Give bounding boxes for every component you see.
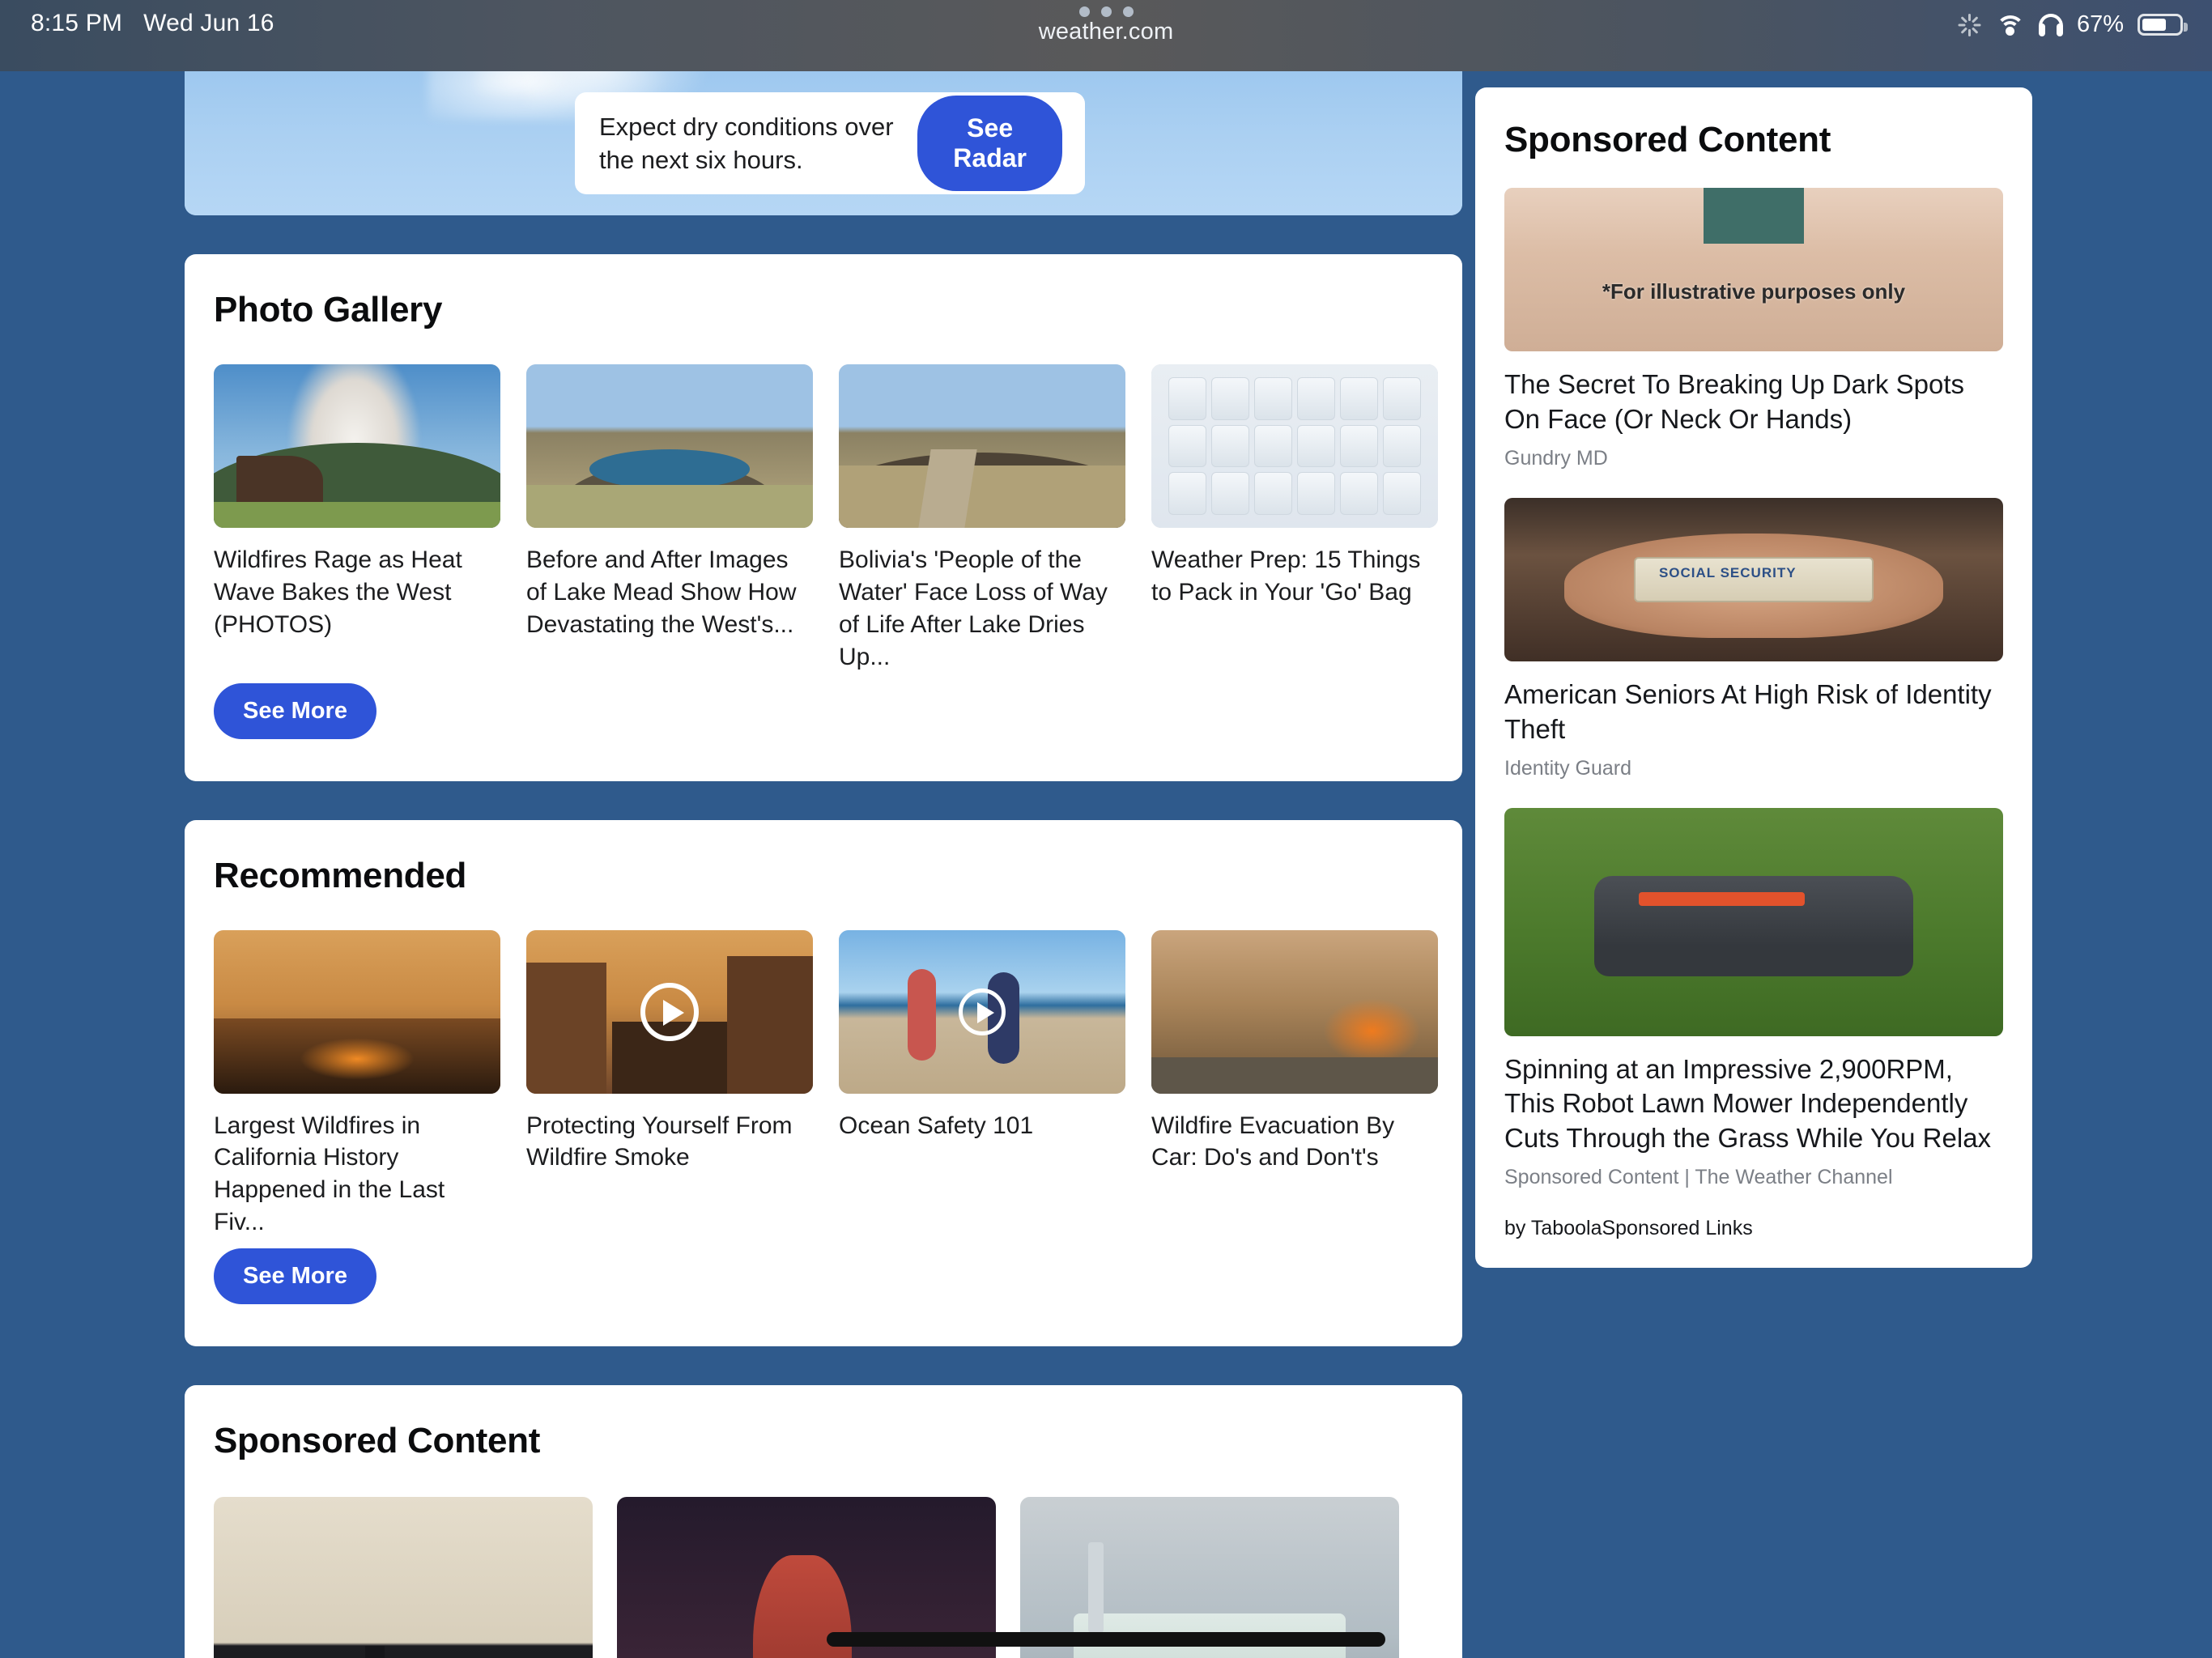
sidebar-ad-source: Sponsored Content | The Weather Channel <box>1504 1166 2003 1189</box>
wifi-icon <box>1996 15 2025 36</box>
recommended-caption[interactable]: Largest Wildfires in California History … <box>214 1110 500 1239</box>
gallery-caption[interactable]: Bolivia's 'People of the Water' Face Los… <box>839 544 1125 674</box>
gallery-item[interactable]: Bolivia's 'People of the Water' Face Los… <box>839 364 1125 674</box>
recommended-thumbnail[interactable] <box>1151 930 1438 1094</box>
sidebar-ad[interactable]: SOCIAL SECURITY American Seniors At High… <box>1504 498 2003 780</box>
ad-image-overlay-text: *For illustrative purposes only <box>1504 279 2003 304</box>
recommended-card: Recommended Largest Wildfires in Califor… <box>185 820 1462 1347</box>
headphones-icon <box>2039 14 2063 36</box>
recommended-title: Recommended <box>214 856 1433 896</box>
browser-address-display[interactable]: weather.com <box>0 6 2212 45</box>
recommended-thumbnail[interactable] <box>526 930 813 1094</box>
sidebar-ad[interactable]: Spinning at an Impressive 2,900RPM, This… <box>1504 808 2003 1190</box>
tab-dots-icon <box>1079 6 1134 17</box>
radar-message: Expect dry conditions over the next six … <box>599 110 917 176</box>
gallery-item[interactable]: Wildfires Rage as Heat Wave Bakes the We… <box>214 364 500 674</box>
sidebar-ad-image[interactable] <box>1504 808 2003 1036</box>
sidebar-ad-title[interactable]: American Seniors At High Risk of Identit… <box>1504 678 2003 747</box>
recommended-item[interactable]: Protecting Yourself From Wildfire Smoke <box>526 930 813 1239</box>
main-column: Expect dry conditions over the next six … <box>185 71 1462 1658</box>
taboola-attribution[interactable]: by TaboolaSponsored Links <box>1504 1217 2003 1240</box>
sidebar-ad-title[interactable]: The Secret To Breaking Up Dark Spots On … <box>1504 368 2003 437</box>
ad-image-overlay-text: SOCIAL SECURITY <box>1659 565 1848 581</box>
sponsored-sidebar-card: Sponsored Content *For illustrative purp… <box>1475 87 2032 1268</box>
recommended-thumbnail[interactable] <box>214 930 500 1094</box>
url-text[interactable]: weather.com <box>1039 19 1174 45</box>
recommended-caption[interactable]: Protecting Yourself From Wildfire Smoke <box>526 1110 813 1175</box>
photo-gallery-see-more-button[interactable]: See More <box>214 683 376 739</box>
see-radar-button[interactable]: See Radar <box>917 96 1062 191</box>
play-icon[interactable] <box>640 983 699 1041</box>
sponsored-item[interactable]: Pierce Brosnan's Wife Lost 100 <box>214 1497 593 1658</box>
radar-banner: Expect dry conditions over the next six … <box>185 71 1462 215</box>
photo-gallery-card: Photo Gallery Wildfires Ra <box>185 254 1462 781</box>
photo-gallery-tiles: Wildfires Rage as Heat Wave Bakes the We… <box>214 364 1433 674</box>
gallery-thumbnail[interactable] <box>526 364 813 528</box>
robot-mower-art <box>1594 876 1913 976</box>
web-page: Expect dry conditions over the next six … <box>0 71 2212 1658</box>
gallery-item[interactable]: Before and After Images of Lake Mead Sho… <box>526 364 813 674</box>
cloud-art <box>476 71 573 96</box>
gallery-item[interactable]: Weather Prep: 15 Things to Pack in Your … <box>1151 364 1438 674</box>
screen: 8:15 PM Wed Jun 16 weather.com 67% <box>0 0 2212 1658</box>
sidebar-column: Sponsored Content *For illustrative purp… <box>1475 87 2032 1268</box>
battery-icon <box>2138 14 2183 36</box>
sidebar-ad[interactable]: *For illustrative purposes only The Secr… <box>1504 188 2003 470</box>
status-bar-right: 67% <box>1958 11 2183 38</box>
bottles-art <box>1168 377 1421 515</box>
play-icon[interactable] <box>959 988 1006 1035</box>
sponsored-sidebar-title: Sponsored Content <box>1504 120 2003 160</box>
gallery-thumbnail[interactable] <box>1151 364 1438 528</box>
battery-percent-label: 67% <box>2077 11 2124 38</box>
recommended-thumbnail[interactable] <box>839 930 1125 1094</box>
home-indicator[interactable] <box>827 1632 1385 1647</box>
gallery-caption[interactable]: Before and After Images of Lake Mead Sho… <box>526 544 813 641</box>
sidebar-ad-image[interactable]: SOCIAL SECURITY <box>1504 498 2003 661</box>
sponsored-content-card: Sponsored Content Pierce Brosnan's Wife … <box>185 1385 1462 1658</box>
gallery-thumbnail[interactable] <box>839 364 1125 528</box>
sponsored-content-title: Sponsored Content <box>214 1421 1433 1461</box>
gallery-caption[interactable]: Wildfires Rage as Heat Wave Bakes the We… <box>214 544 500 641</box>
gallery-thumbnail[interactable] <box>214 364 500 528</box>
recommended-item[interactable]: Ocean Safety 101 <box>839 930 1125 1239</box>
recommended-tiles: Largest Wildfires in California History … <box>214 930 1433 1239</box>
recommended-caption[interactable]: Ocean Safety 101 <box>839 1110 1125 1142</box>
spinner-icon <box>1958 13 1982 37</box>
status-bar: 8:15 PM Wed Jun 16 weather.com 67% <box>0 0 2212 71</box>
radar-callout: Expect dry conditions over the next six … <box>575 92 1085 194</box>
sidebar-ad-image[interactable]: *For illustrative purposes only <box>1504 188 2003 351</box>
recommended-see-more-button[interactable]: See More <box>214 1248 376 1304</box>
recommended-item[interactable]: Largest Wildfires in California History … <box>214 930 500 1239</box>
recommended-item[interactable]: Wildfire Evacuation By Car: Do's and Don… <box>1151 930 1438 1239</box>
recommended-caption[interactable]: Wildfire Evacuation By Car: Do's and Don… <box>1151 1110 1438 1175</box>
sponsored-thumbnail[interactable] <box>214 1497 593 1658</box>
gallery-caption[interactable]: Weather Prep: 15 Things to Pack in Your … <box>1151 544 1438 609</box>
photo-gallery-title: Photo Gallery <box>214 290 1433 330</box>
sidebar-ad-source: Gundry MD <box>1504 447 2003 470</box>
sidebar-ad-title[interactable]: Spinning at an Impressive 2,900RPM, This… <box>1504 1052 2003 1157</box>
sidebar-ad-source: Identity Guard <box>1504 757 2003 780</box>
